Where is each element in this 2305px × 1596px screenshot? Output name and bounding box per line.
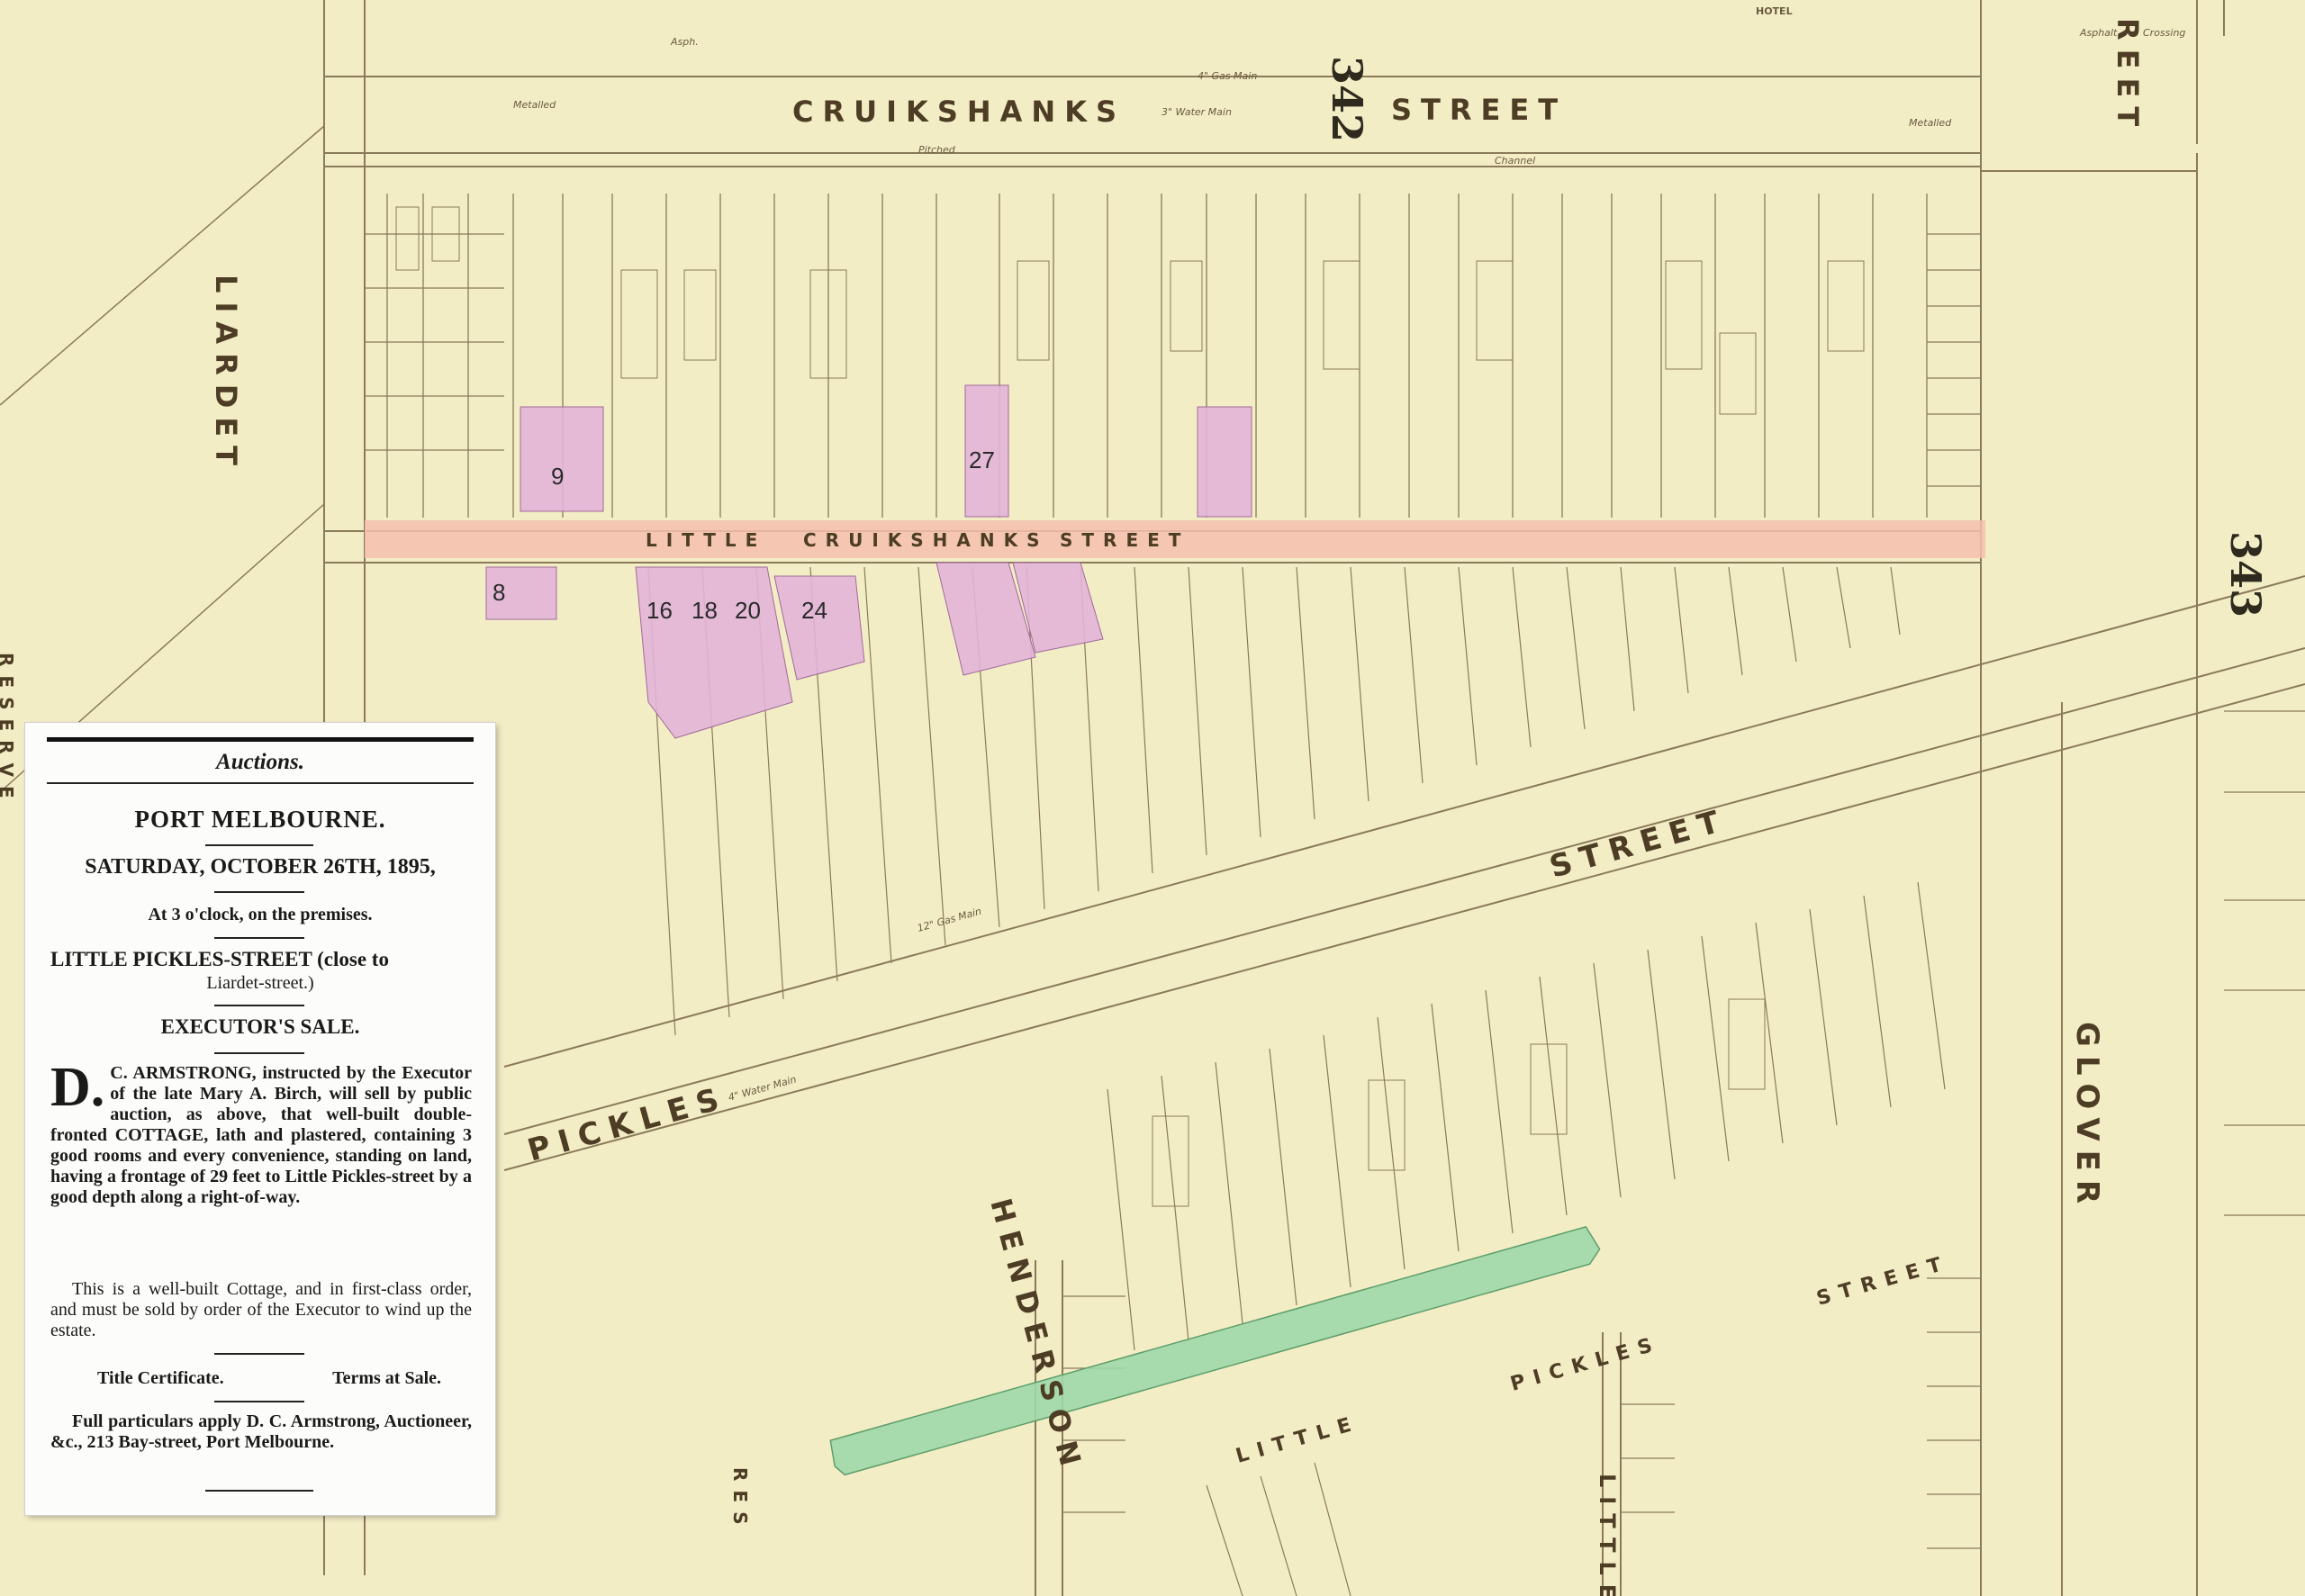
dropcap: D.	[50, 1057, 105, 1118]
street-label-little-bottom: LITTLE	[1595, 1474, 1620, 1596]
annotation-pitched: Pitched	[918, 144, 956, 156]
terms-row: Title Certificate. Terms at Sale.	[97, 1368, 441, 1389]
short-rule	[214, 1353, 304, 1355]
short-rule	[214, 937, 304, 939]
street-label-little-cruikshanks: LITTLE CRUIKSHANKS STREET	[646, 529, 1189, 551]
lot-number-18: 18	[692, 597, 718, 624]
newspaper-clipping: Auctions. PORT MELBOURNE. SATURDAY, OCTO…	[25, 723, 495, 1515]
annotation-channel: Channel	[1495, 155, 1535, 167]
street-label-liardet: LIARDET	[209, 275, 243, 474]
sale-type: EXECUTOR'S SALE.	[160, 1015, 360, 1038]
annotation-crossing: Crossing	[2143, 27, 2185, 39]
sheet-number-342: 342	[1323, 56, 1371, 142]
annotation-asphalt: Asphalt	[2079, 27, 2118, 39]
top-rule	[47, 737, 474, 742]
annotation-asph: Asph.	[670, 36, 699, 48]
section-rule	[47, 782, 474, 784]
svg-text:CRUIKSHANKS: CRUIKSHANKS	[803, 529, 1049, 551]
svg-text:STREET: STREET	[1060, 529, 1189, 551]
svg-text:LITTLE: LITTLE	[646, 529, 766, 551]
section-heading: Auctions.	[216, 750, 304, 774]
short-rule	[214, 1401, 304, 1402]
street-label-cruikshanks: CRUIKSHANKS	[792, 95, 1125, 129]
sale-location: LITTLE PICKLES-STREET (close to	[50, 948, 389, 970]
annotation-hotel: HOTEL	[1756, 5, 1793, 17]
street-label-glover: GLOVER	[2069, 1022, 2105, 1213]
short-rule	[214, 891, 304, 893]
lot-number-24: 24	[801, 597, 827, 624]
sale-date: SATURDAY, OCTOBER 26TH, 1895,	[85, 855, 436, 879]
short-rule	[205, 844, 313, 846]
short-rule	[214, 1005, 304, 1006]
sheet-number-343: 343	[2221, 531, 2270, 618]
lot-north-right	[1197, 406, 1252, 518]
annotation-metalled-right: Metalled	[1909, 117, 1952, 129]
street-label-reserve-left: RESERVE	[0, 653, 17, 807]
street-label-cruikshanks-street: STREET	[1391, 93, 1567, 127]
lot-number-20: 20	[735, 597, 761, 624]
annotation-gas-main: 4" Gas Main	[1198, 70, 1257, 82]
sale-body-2: This is a well-built Cottage, and in fir…	[50, 1279, 472, 1340]
lot-number-9: 9	[551, 463, 564, 490]
terms-at-sale: Terms at Sale.	[332, 1368, 441, 1388]
short-rule	[214, 1052, 304, 1054]
sale-body-text: C. ARMSTRONG, instructed by the Executor…	[50, 1063, 472, 1207]
lot-number-27: 27	[969, 446, 995, 473]
sale-body: D. C. ARMSTRONG, instructed by the Execu…	[50, 1057, 472, 1208]
annotation-metalled-left: Metalled	[513, 99, 556, 111]
lot-9	[520, 406, 604, 512]
annotation-water-main: 3" Water Main	[1162, 106, 1232, 118]
lot-number-8: 8	[493, 579, 505, 606]
short-rule	[205, 1490, 313, 1492]
title-certificate: Title Certificate.	[97, 1368, 224, 1388]
particulars: Full particulars apply D. C. Armstrong, …	[50, 1411, 472, 1452]
lot-number-16: 16	[646, 597, 673, 624]
street-label-reserve-bottom: RES	[729, 1467, 751, 1533]
place-heading: PORT MELBOURNE.	[134, 806, 386, 833]
sale-location-2: Liardet-street.)	[206, 973, 314, 993]
sale-time: At 3 o'clock, on the premises.	[148, 905, 373, 924]
